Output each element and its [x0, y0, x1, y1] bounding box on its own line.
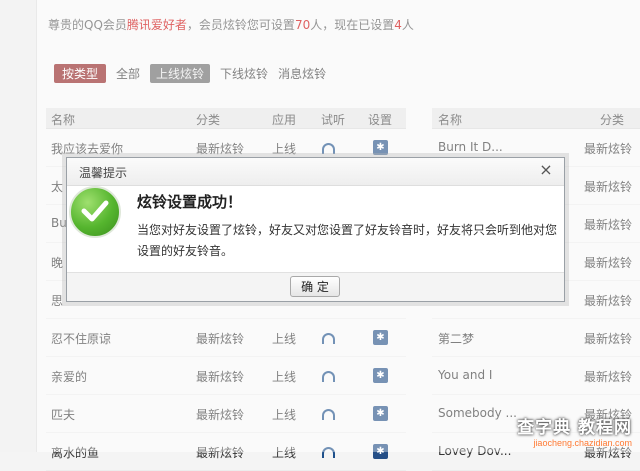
site-watermark: 查字典 教程网 jiaocheng.chazidian.com — [517, 413, 632, 448]
checkmark-icon — [69, 186, 121, 238]
watermark-main: 查字典 教程网 — [517, 418, 632, 438]
dialog-footer: 确 定 — [67, 272, 564, 301]
ok-button[interactable]: 确 定 — [290, 276, 340, 297]
message-body: 当您对好友设置了炫铃，好友又对您设置了好友铃音时，好友将只会听到他对您设置的好友… — [137, 223, 558, 258]
dialog-header: 温馨提示 × — [67, 158, 564, 186]
close-icon[interactable]: × — [538, 162, 554, 178]
ringtone-page: 尊贵的QQ会员腾讯爱好者，会员炫铃您可设置70人，现在已设置4人 按类型 全部 … — [0, 0, 640, 471]
watermark-sub: jiaocheng.chazidian.com — [533, 438, 632, 448]
success-dialog: 温馨提示 × 炫铃设置成功！ 当您对好友设置了炫铃，好友又对您设置了好友铃音时，… — [66, 157, 565, 302]
dialog-title: 温馨提示 — [79, 166, 128, 180]
message-title: 炫铃设置成功！ — [137, 193, 243, 211]
